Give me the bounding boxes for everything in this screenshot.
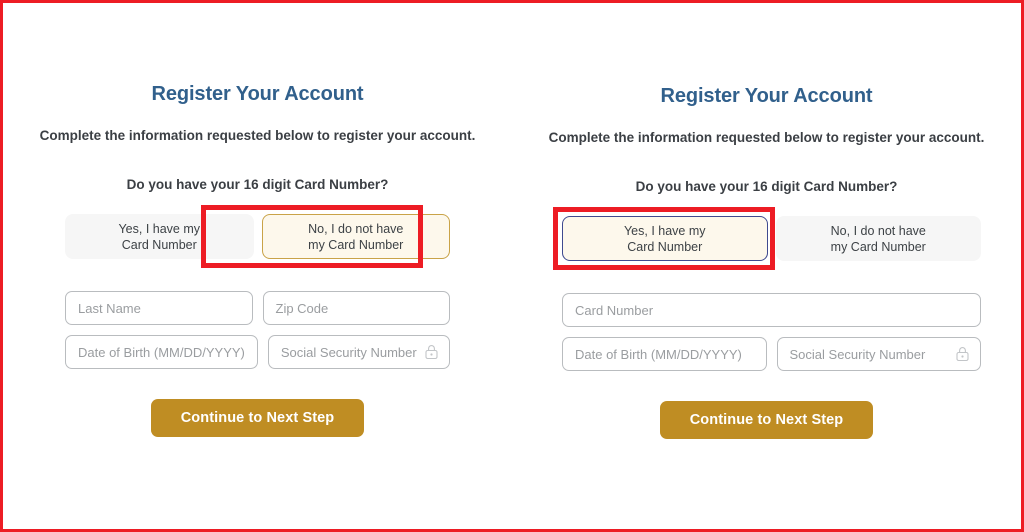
last-name-field[interactable]: Last Name (65, 291, 253, 325)
social-security-number-field[interactable]: Social Security Number (776, 337, 981, 371)
choice-yes-i-have-card-number[interactable]: Yes, I have my Card Number (65, 214, 254, 259)
lock-icon (425, 345, 438, 360)
card-number-placeholder: Card Number (575, 302, 654, 318)
choice-label-line2: my Card Number (830, 239, 926, 254)
screenshot-root: Register Your Account Complete the infor… (0, 0, 1024, 532)
field-row: Date of Birth (MM/DD/YYYY) Social Securi… (65, 335, 450, 369)
zip-code-field[interactable]: Zip Code (262, 291, 450, 325)
date-of-birth-placeholder: Date of Birth (MM/DD/YYYY) (78, 344, 245, 360)
social-security-number-placeholder: Social Security Number (789, 346, 926, 362)
card-number-field[interactable]: Card Number (562, 293, 981, 327)
field-row: Date of Birth (MM/DD/YYYY) Social Securi… (562, 337, 981, 371)
choice-group: Yes, I have my Card Number No, I do not … (512, 207, 1021, 270)
last-name-placeholder: Last Name (78, 300, 141, 316)
choice-row: Yes, I have my Card Number No, I do not … (562, 216, 981, 261)
zip-code-placeholder: Zip Code (275, 300, 329, 316)
field-row: Last Name Zip Code (65, 291, 450, 325)
panel-container: Register Your Account Complete the infor… (3, 3, 1021, 529)
submit-row: Continue to Next Step (3, 399, 512, 437)
choice-label-line1: Yes, I have my (623, 223, 706, 238)
choice-label-line2: Card Number (121, 237, 197, 252)
page-title: Register Your Account (151, 83, 364, 105)
submit-row: Continue to Next Step (512, 401, 1021, 439)
continue-to-next-step-button[interactable]: Continue to Next Step (659, 401, 874, 439)
registration-panel-right: Register Your Account Complete the infor… (512, 3, 1021, 529)
page-subtitle: Complete the information requested below… (39, 128, 476, 143)
choice-row: Yes, I have my Card Number No, I do not … (65, 214, 450, 259)
field-row: Card Number (562, 293, 981, 327)
date-of-birth-field[interactable]: Date of Birth (MM/DD/YYYY) (562, 337, 767, 371)
choice-group: Yes, I have my Card Number No, I do not … (3, 205, 512, 268)
form-fields: Card Number Date of Birth (MM/DD/YYYY) S… (512, 293, 1021, 371)
date-of-birth-placeholder: Date of Birth (MM/DD/YYYY) (575, 346, 742, 362)
lock-icon (956, 347, 969, 362)
continue-to-next-step-button[interactable]: Continue to Next Step (150, 399, 365, 437)
social-security-number-placeholder: Social Security Number (280, 344, 417, 360)
choice-label-line1: No, I do not have (308, 221, 404, 236)
social-security-number-field[interactable]: Social Security Number (267, 335, 450, 369)
registration-panel-left: Register Your Account Complete the infor… (3, 3, 512, 529)
form-fields: Last Name Zip Code Date of Birth (MM/DD/… (3, 291, 512, 369)
choice-label-line1: No, I do not have (830, 223, 926, 238)
page-title: Register Your Account (660, 85, 873, 107)
card-number-question: Do you have your 16 digit Card Number? (126, 177, 389, 192)
page-subtitle: Complete the information requested below… (548, 130, 985, 145)
choice-no-i-do-not-have-card-number[interactable]: No, I do not have my Card Number (775, 216, 981, 261)
choice-label-line2: Card Number (627, 239, 703, 254)
choice-no-i-do-not-have-card-number[interactable]: No, I do not have my Card Number (261, 214, 450, 259)
choice-label-line2: my Card Number (308, 237, 404, 252)
choice-yes-i-have-card-number[interactable]: Yes, I have my Card Number (562, 216, 768, 261)
choice-label-line1: Yes, I have my (118, 221, 201, 236)
card-number-question: Do you have your 16 digit Card Number? (635, 179, 898, 194)
date-of-birth-field[interactable]: Date of Birth (MM/DD/YYYY) (65, 335, 258, 369)
